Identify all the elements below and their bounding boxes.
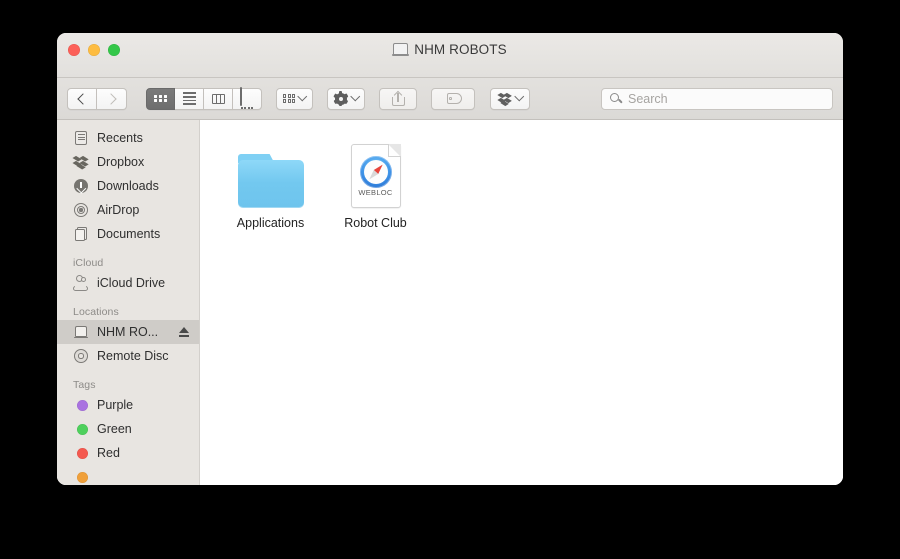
tag-color-dot: [77, 447, 88, 459]
sidebar-tag-purple[interactable]: Purple: [57, 393, 199, 417]
toolbar: Search: [57, 78, 843, 120]
dropbox-icon: [496, 92, 513, 106]
back-button[interactable]: [67, 87, 97, 110]
list-view-button[interactable]: [175, 87, 204, 110]
title-bar[interactable]: NHM ROBOTS: [57, 33, 843, 78]
tag-button[interactable]: [431, 87, 476, 110]
sidebar-item-documents[interactable]: Documents: [57, 222, 199, 246]
forward-button[interactable]: [97, 87, 127, 110]
file-grid: Applications WEBLOC Robot Club: [200, 120, 843, 485]
gear-icon: [333, 90, 349, 107]
sidebar-item-label: Purple: [97, 398, 134, 412]
sidebar-group-icloud: iCloud: [73, 257, 104, 269]
dropbox-button[interactable]: [490, 87, 530, 110]
navigation-buttons: [67, 87, 127, 110]
sidebar-item-downloads[interactable]: Downloads: [57, 174, 199, 198]
window-title: NHM ROBOTS: [57, 42, 843, 57]
sidebar-tag-red[interactable]: Red: [57, 441, 199, 465]
sidebar-item-label: Downloads: [97, 179, 159, 193]
file-icon: [237, 140, 304, 208]
sidebar-item-dropbox[interactable]: Dropbox: [57, 150, 199, 174]
chevron-left-icon: [77, 92, 89, 105]
icloud-icon: [73, 275, 89, 291]
file-label: Robot Club: [344, 216, 407, 230]
maximize-button[interactable]: [108, 44, 120, 56]
file-item-robot-club[interactable]: WEBLOC Robot Club: [323, 136, 428, 230]
sidebar-item-label: Red: [97, 446, 120, 460]
sidebar-group-locations: Locations: [73, 306, 119, 318]
dropbox-icon: [72, 154, 89, 170]
sidebar-item-icloud-drive[interactable]: iCloud Drive: [57, 271, 199, 295]
view-mode-group: [146, 86, 262, 110]
sidebar-tag-green[interactable]: Green: [57, 417, 199, 441]
file-label: Applications: [236, 216, 305, 230]
sidebar-item-label: NHM RO...: [97, 325, 159, 339]
gallery-icon: [240, 86, 254, 110]
airdrop-icon: [73, 202, 89, 218]
webloc-document-icon: WEBLOC: [350, 144, 401, 208]
arrange-icon: [283, 93, 296, 104]
file-item-applications[interactable]: Applications: [218, 136, 323, 230]
sidebar-item-label: Remote Disc: [97, 349, 169, 363]
chevron-right-icon: [104, 92, 117, 105]
sidebar-item-label: Green: [97, 422, 132, 436]
drive-icon: [73, 324, 89, 340]
chevron-down-icon: [514, 91, 525, 101]
gallery-view-button[interactable]: [233, 86, 262, 110]
sidebar-item-airdrop[interactable]: AirDrop: [57, 198, 199, 222]
file-icon: WEBLOC: [350, 140, 401, 208]
tag-color-dot: [77, 399, 88, 411]
recents-icon: [73, 130, 89, 146]
share-icon: [391, 91, 405, 106]
sidebar-item-label: Documents: [97, 227, 161, 241]
search-icon: [610, 92, 623, 105]
finder-window: NHM ROBOTS Search Recents Dropbox Downlo…: [57, 33, 843, 485]
sidebar-item-remote-disc[interactable]: Remote Disc: [57, 344, 199, 368]
sidebar-item-nhm-robots[interactable]: NHM RO...: [57, 320, 199, 344]
downloads-icon: [73, 178, 89, 194]
sidebar-item-label: iCloud Drive: [97, 276, 166, 290]
icon-view-button[interactable]: [146, 87, 175, 110]
sidebar-item-label: Recents: [97, 131, 143, 145]
search-input[interactable]: Search: [601, 87, 833, 110]
tag-icon: [445, 93, 462, 104]
window-body: Recents Dropbox Downloads AirDrop Docume…: [57, 120, 843, 485]
disk-icon: [392, 43, 410, 56]
disc-icon: [73, 348, 89, 364]
window-controls: [68, 44, 120, 56]
list-icon: [182, 91, 196, 106]
eject-icon[interactable]: [179, 326, 189, 338]
chevron-down-icon: [297, 91, 308, 101]
safari-compass-icon: [359, 156, 392, 188]
sidebar-item-recents[interactable]: Recents: [57, 126, 199, 150]
tag-color-dot: [77, 471, 88, 483]
action-gear-button[interactable]: [326, 87, 366, 110]
documents-icon: [73, 226, 89, 242]
sidebar-item-label: Dropbox: [97, 155, 145, 169]
sidebar-group-tags: Tags: [73, 379, 96, 391]
tag-color-dot: [77, 423, 88, 435]
column-view-button[interactable]: [204, 87, 233, 110]
folder-icon: [237, 154, 304, 208]
close-button[interactable]: [68, 44, 80, 56]
window-title-text: NHM ROBOTS: [414, 42, 507, 57]
arrange-button[interactable]: [276, 87, 313, 110]
chevron-down-icon: [350, 91, 360, 101]
sidebar: Recents Dropbox Downloads AirDrop Docume…: [57, 120, 200, 485]
grid-icon: [154, 94, 167, 103]
minimize-button[interactable]: [88, 44, 100, 56]
file-kind-label: WEBLOC: [358, 188, 393, 197]
sidebar-tag-orange[interactable]: [57, 465, 199, 485]
sidebar-item-label: AirDrop: [97, 203, 140, 217]
share-button[interactable]: [379, 87, 418, 110]
columns-icon: [211, 93, 225, 104]
search-placeholder: Search: [628, 91, 668, 106]
